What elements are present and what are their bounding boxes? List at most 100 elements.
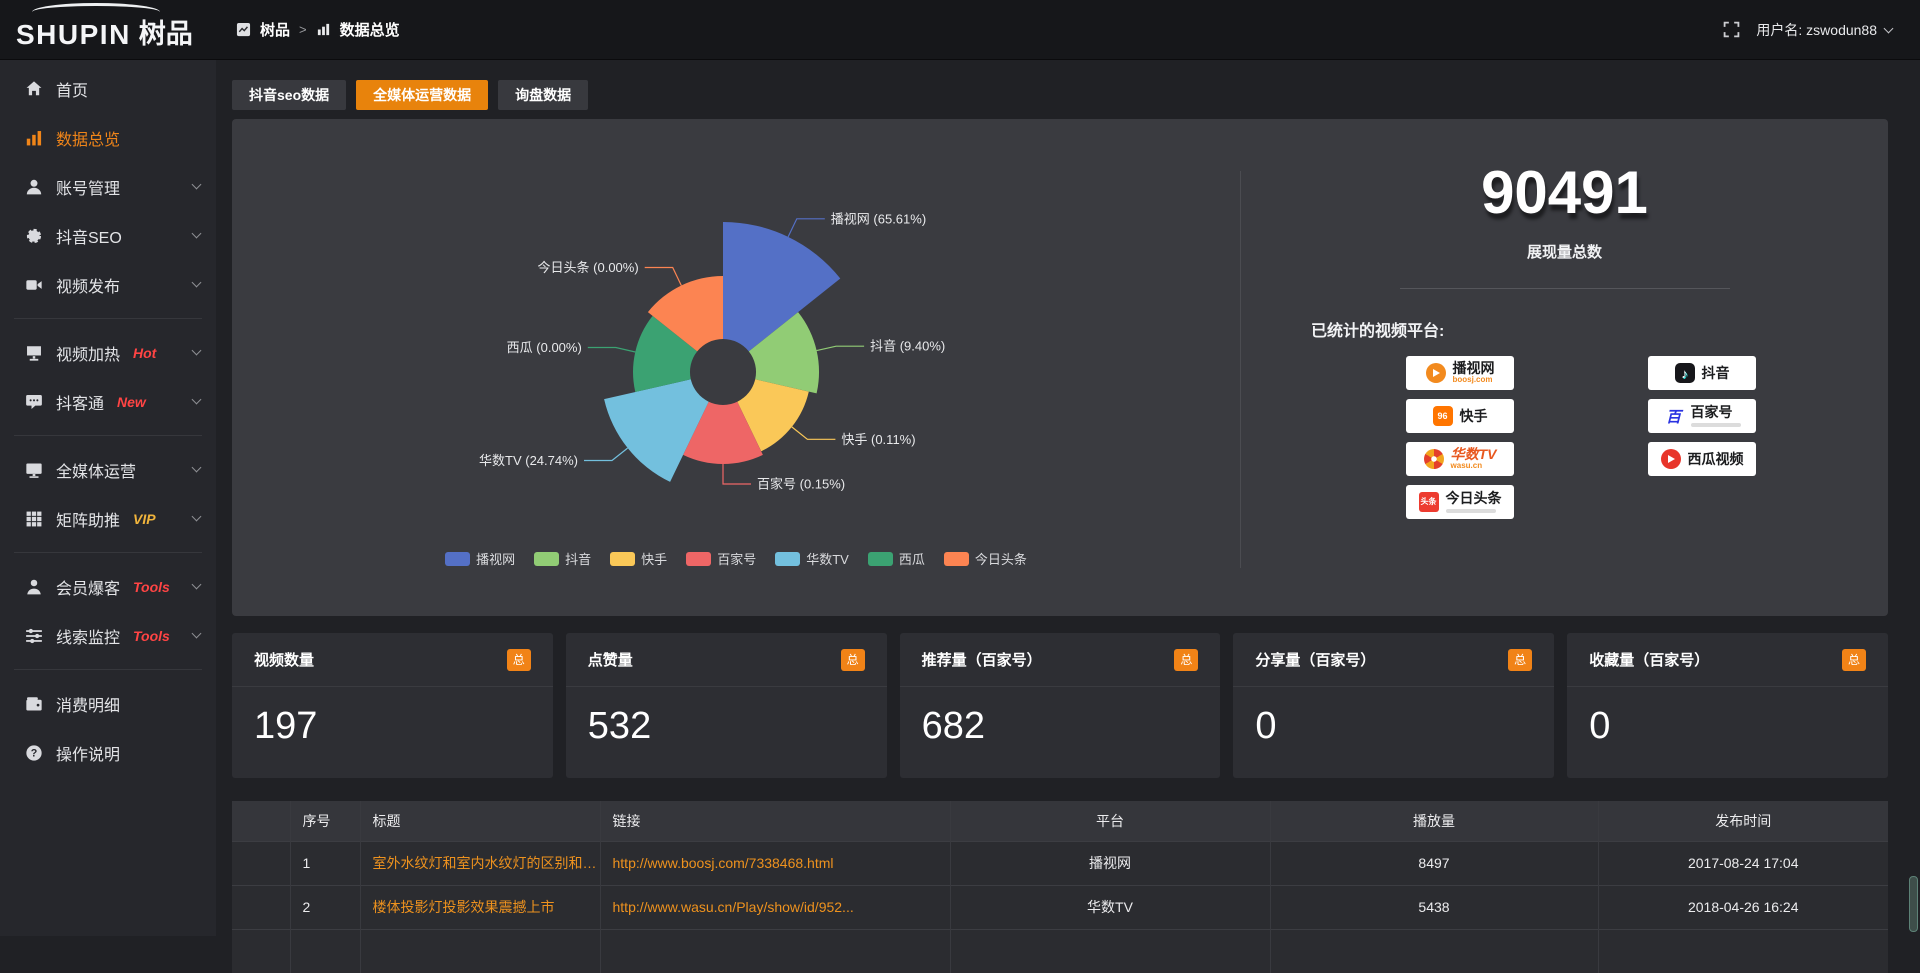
user-label: 用户名: zswodun88 — [1756, 20, 1877, 40]
platform-badge-texts: 抖音 — [1702, 366, 1730, 381]
chart-icon — [25, 129, 43, 147]
sidebar-item-video-heating[interactable]: 视频加热 Hot — [0, 328, 216, 377]
logo-arc-decoration — [32, 3, 160, 21]
sidebar-item-badge: Hot — [133, 345, 156, 361]
cell-plays: 5438 — [1270, 885, 1598, 929]
breadcrumb-root[interactable]: 树品 — [260, 19, 290, 40]
sidebar-item-member-baoke[interactable]: 会员爆客Tools — [0, 562, 216, 611]
sidebar-item-badge: Tools — [133, 579, 170, 595]
stat-card-0: 视频数量总197 — [232, 633, 553, 778]
sidebar-divider — [14, 552, 202, 553]
chat-icon — [25, 393, 43, 411]
cell-seq: 2 — [290, 885, 360, 929]
platform-name: 抖音 — [1702, 366, 1730, 381]
legend-item-抖音[interactable]: 抖音 — [534, 549, 591, 568]
douyin-logo-icon: ♪ — [1675, 363, 1695, 383]
sidebar-divider — [14, 669, 202, 670]
play-icon — [1433, 369, 1440, 377]
cell-link[interactable]: http://www.wasu.cn/Play/show/id/952... — [600, 885, 950, 929]
stat-card-value: 0 — [1233, 687, 1554, 745]
chevron-down-icon — [192, 512, 202, 522]
sidebar-item-matrix-boost[interactable]: 矩阵助推VIP — [0, 494, 216, 543]
platform-column-1: ♪抖音百百家号西瓜视频 — [1648, 356, 1756, 476]
cell-seq: 1 — [290, 841, 360, 885]
topbar-right: 用户名: zswodun88 — [1723, 20, 1920, 40]
sidebar-divider — [14, 435, 202, 436]
pie-label: 快手 (0.11%) — [841, 432, 915, 447]
pie-label: 西瓜 (0.00%) — [507, 340, 582, 355]
sidebar-item-account-management[interactable]: 账号管理 — [0, 162, 216, 211]
fullscreen-icon[interactable] — [1723, 21, 1740, 38]
chevron-down-icon — [192, 180, 202, 190]
stat-card-2: 推荐量（百家号）总682 — [900, 633, 1221, 778]
data-table: 序号标题链接平台播放量发布时间 1室外水纹灯和室内水纹灯的区别和简介http:/… — [232, 801, 1888, 973]
stat-card-value: 197 — [232, 687, 553, 745]
pie-slice-华数TV[interactable] — [604, 379, 709, 482]
col-header-seq: 序号 — [290, 801, 360, 841]
member-icon — [25, 578, 43, 596]
cell-plays: 8497 — [1270, 841, 1598, 885]
pie-label-line — [817, 346, 865, 350]
sidebar-item-label: 视频加热 — [56, 341, 120, 365]
legend-item-华数TV[interactable]: 华数TV — [775, 549, 849, 568]
legend-item-百家号[interactable]: 百家号 — [686, 549, 756, 568]
stat-card-3: 分享量（百家号）总0 — [1233, 633, 1554, 778]
sidebar-item-omnimedia-operation[interactable]: 全媒体运营 — [0, 445, 216, 494]
platform-badge-kuaishou: 96快手 — [1406, 399, 1514, 433]
chevron-down-icon — [192, 395, 202, 405]
scrollbar-thumb[interactable] — [1909, 876, 1918, 932]
cell-time: 2017-08-24 17:04 — [1598, 841, 1888, 885]
breadcrumb-separator: > — [299, 22, 307, 37]
pie-label: 华数TV (24.74%) — [479, 453, 578, 468]
pie-label-line — [723, 464, 751, 484]
platform-badges: 播视网boosj.com96快手华数TVwasu.cn头条今日头条♪抖音百百家号… — [1241, 356, 1888, 531]
chevron-down-icon — [1884, 23, 1894, 33]
stat-card-value: 682 — [900, 687, 1221, 745]
sidebar-item-douketong[interactable]: 抖客通New — [0, 377, 216, 426]
stat-card-header: 推荐量（百家号）总 — [900, 633, 1221, 687]
legend-item-快手[interactable]: 快手 — [610, 549, 667, 568]
sidebar-item-video-publish[interactable]: 视频发布 — [0, 260, 216, 309]
col-header-time: 发布时间 — [1598, 801, 1888, 841]
svg-text:?: ? — [31, 747, 38, 759]
tab-inquiry-data[interactable]: 询盘数据 — [498, 80, 588, 110]
sidebar-item-label: 首页 — [56, 77, 88, 101]
platform-badge-texts: 播视网boosj.com — [1453, 361, 1495, 384]
sidebar-item-douyin-seo[interactable]: 抖音SEO — [0, 211, 216, 260]
sidebar-item-label: 数据总览 — [56, 126, 120, 150]
platform-subtext: wasu.cn — [1451, 462, 1483, 470]
legend-item-播视网[interactable]: 播视网 — [445, 549, 515, 568]
cell-title[interactable]: 楼体投影灯投影效果震撼上市 — [360, 885, 600, 929]
legend-swatch — [944, 552, 969, 566]
tab-omnimedia-data[interactable]: 全媒体运营数据 — [356, 80, 488, 110]
sidebar-item-home[interactable]: 首页 — [0, 64, 216, 113]
table-body: 1室外水纹灯和室内水纹灯的区别和简介http://www.boosj.com/7… — [232, 841, 1888, 973]
platform-column-0: 播视网boosj.com96快手华数TVwasu.cn头条今日头条 — [1406, 356, 1514, 519]
platform-badge-toutiao: 头条今日头条 — [1406, 485, 1514, 519]
pie-label: 抖音 (9.40%) — [870, 339, 945, 354]
sidebar-item-label: 抖音SEO — [56, 224, 122, 248]
heat-icon — [25, 344, 43, 362]
chevron-down-icon — [192, 629, 202, 639]
user-menu[interactable]: 用户名: zswodun88 — [1756, 20, 1892, 40]
tab-douyin-seo-data[interactable]: 抖音seo数据 — [232, 80, 346, 110]
sidebar-item-data-overview[interactable]: 数据总览 — [0, 113, 216, 162]
platform-name: 百家号 — [1691, 405, 1733, 420]
pie-label: 百家号 (0.15%) — [757, 477, 845, 492]
sidebar-item-clue-monitor[interactable]: 线索监控Tools — [0, 611, 216, 660]
cell-link[interactable]: http://www.boosj.com/7338468.html — [600, 841, 950, 885]
legend-item-西瓜[interactable]: 西瓜 — [868, 549, 925, 568]
sidebar-item-operation-guide[interactable]: ?操作说明 — [0, 728, 216, 777]
chart-legend: 播视网抖音快手百家号华数TV 西瓜今日头条 — [232, 549, 1240, 568]
pie-label-line — [645, 268, 682, 286]
platform-badge-xigua: 西瓜视频 — [1648, 442, 1756, 476]
pie-label-line — [588, 348, 636, 353]
total-badge: 总 — [1842, 649, 1866, 671]
sidebar-item-consumption-detail[interactable]: 消费明细 — [0, 679, 216, 728]
home-icon — [25, 80, 43, 98]
legend-swatch — [610, 552, 635, 566]
platform-badge-texts: 今日头条 — [1446, 491, 1502, 513]
legend-item-今日头条[interactable]: 今日头条 — [944, 549, 1027, 568]
cell-title[interactable]: 室外水纹灯和室内水纹灯的区别和简介 — [360, 841, 600, 885]
sidebar-item-label: 账号管理 — [56, 175, 120, 199]
